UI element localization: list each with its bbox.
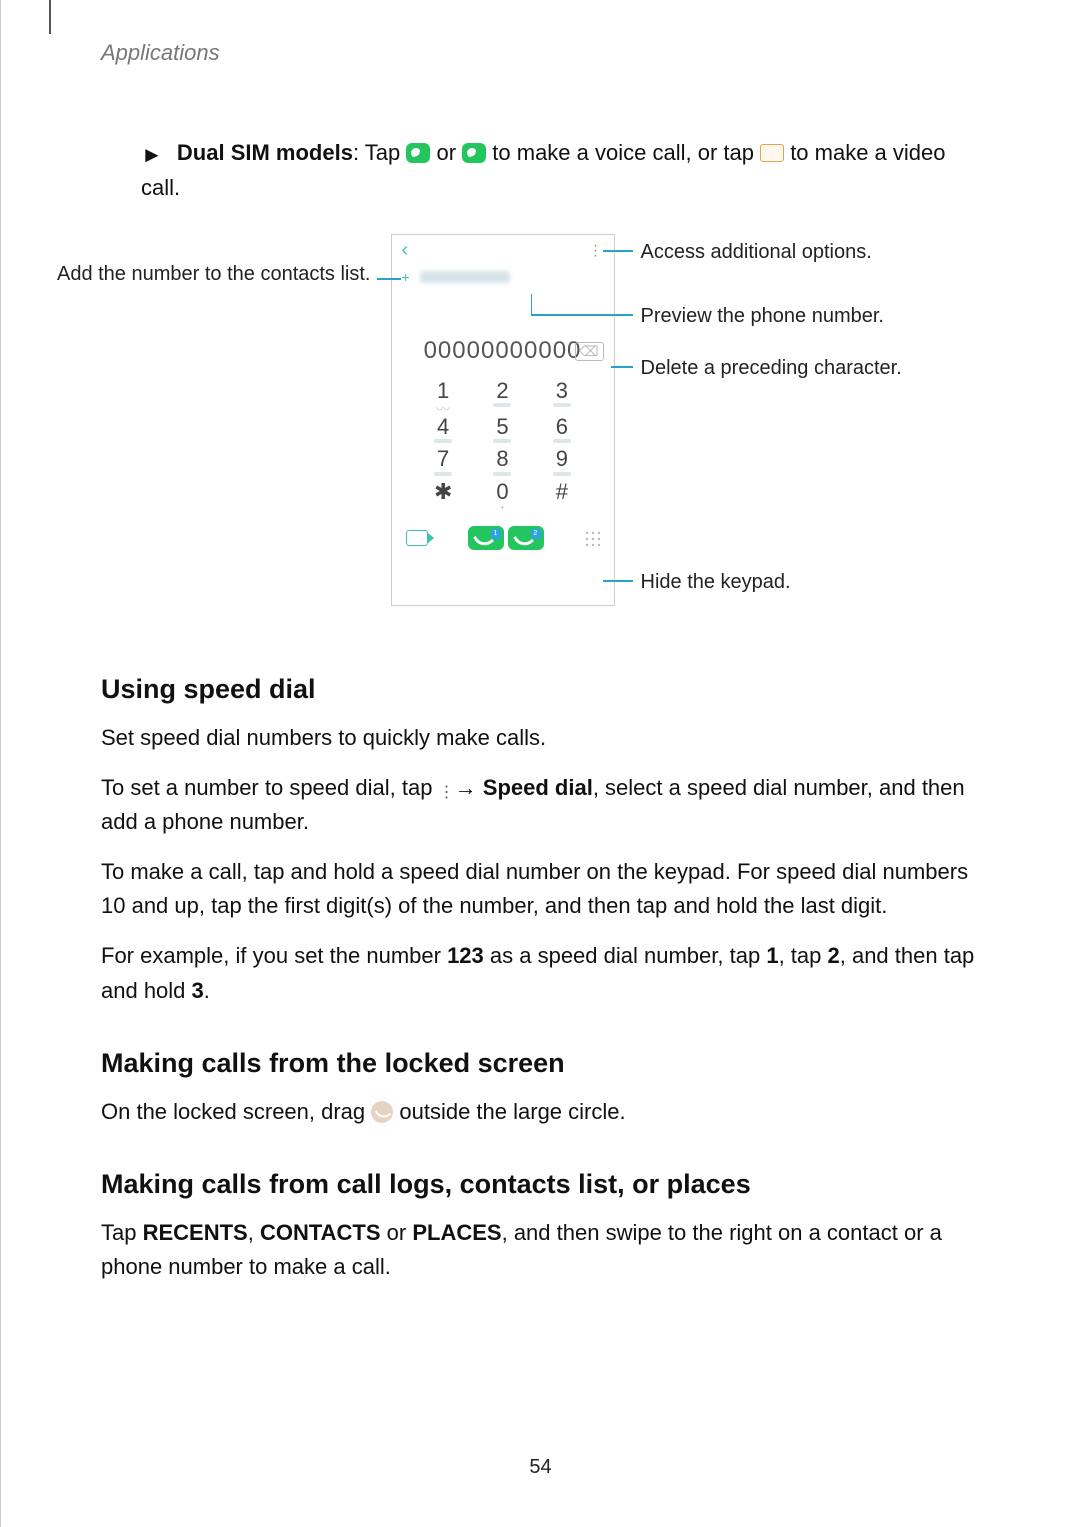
para-locked: On the locked screen, drag outside the l…	[101, 1095, 980, 1129]
blurred-label	[420, 271, 510, 283]
key-4[interactable]: 4	[414, 415, 473, 443]
phone-mock: ‹ ⋮ + 00000000000 ⌫ 1◡◡ 2 3 4 5 6 7 8	[391, 234, 615, 606]
callout-delete: Delete a preceding character.	[641, 354, 902, 382]
more-options-icon[interactable]: ⋮	[589, 242, 604, 259]
key-0[interactable]: 0+	[473, 480, 532, 512]
key-star[interactable]: ✱	[414, 480, 473, 512]
key-8[interactable]: 8	[473, 447, 532, 475]
callout-preview: Preview the phone number.	[641, 302, 885, 330]
para-speed-4: For example, if you set the number 123 a…	[101, 939, 980, 1007]
heading-speed-dial: Using speed dial	[101, 674, 980, 705]
text: : Tap	[353, 140, 406, 165]
dialer-bottom-bar: 1 2	[392, 520, 614, 558]
heading-call-logs: Making calls from call logs, contacts li…	[101, 1169, 980, 1200]
key-hash[interactable]: #	[532, 480, 591, 512]
dual-sim-bold: Dual SIM models	[177, 140, 353, 165]
call-sim1-button[interactable]: 1	[468, 526, 504, 550]
video-call-icon	[760, 144, 784, 162]
section-header: Applications	[101, 40, 980, 66]
para-speed-2: To set a number to speed dial, tap ⋮ → S…	[101, 771, 980, 839]
key-6[interactable]: 6	[532, 415, 591, 443]
key-9[interactable]: 9	[532, 447, 591, 475]
call-sim2-button[interactable]: 2	[508, 526, 544, 550]
preview-area	[392, 289, 614, 337]
callout-hide: Hide the keypad.	[641, 568, 791, 596]
plus-icon: +	[402, 269, 410, 285]
phone-topbar: ‹ ⋮	[392, 235, 614, 265]
video-call-button[interactable]	[406, 530, 428, 546]
number-display: 00000000000 ⌫	[392, 337, 614, 365]
hide-keypad-button[interactable]	[584, 530, 600, 546]
para-logs: Tap RECENTS, CONTACTS or PLACES, and the…	[101, 1216, 980, 1284]
callout-options: Access additional options.	[641, 238, 872, 266]
para-speed-1: Set speed dial numbers to quickly make c…	[101, 721, 980, 755]
call-sim2-icon	[462, 143, 486, 163]
key-7[interactable]: 7	[414, 447, 473, 475]
list-marker: ►	[141, 138, 163, 171]
more-options-icon-inline: ⋮	[439, 790, 449, 796]
dual-sim-line: ► Dual SIM models: Tap or to make a voic…	[141, 136, 980, 204]
dialer-diagram: ‹ ⋮ + 00000000000 ⌫ 1◡◡ 2 3 4 5 6 7 8	[111, 234, 971, 634]
phone-shortcut-icon	[371, 1101, 393, 1123]
text: to make a voice call, or tap	[486, 140, 760, 165]
text: or	[430, 140, 462, 165]
key-2[interactable]: 2	[473, 379, 532, 411]
callout-add-contacts: Add the number to the contacts list.	[41, 260, 371, 288]
heading-locked-screen: Making calls from the locked screen	[101, 1048, 980, 1079]
backspace-icon[interactable]: ⌫	[575, 342, 604, 361]
key-3[interactable]: 3	[532, 379, 591, 411]
manual-page: Applications ► Dual SIM models: Tap or t…	[0, 0, 1080, 1527]
para-speed-3: To make a call, tap and hold a speed dia…	[101, 855, 980, 923]
dialed-number: 00000000000	[424, 337, 582, 365]
back-icon[interactable]: ‹	[402, 239, 409, 262]
add-to-contacts-row[interactable]: +	[392, 265, 614, 289]
keypad: 1◡◡ 2 3 4 5 6 7 8 9 ✱ 0+ #	[392, 365, 614, 520]
call-sim1-icon	[406, 143, 430, 163]
page-number: 54	[1, 1456, 1080, 1479]
key-1[interactable]: 1◡◡	[414, 379, 473, 411]
key-5[interactable]: 5	[473, 415, 532, 443]
